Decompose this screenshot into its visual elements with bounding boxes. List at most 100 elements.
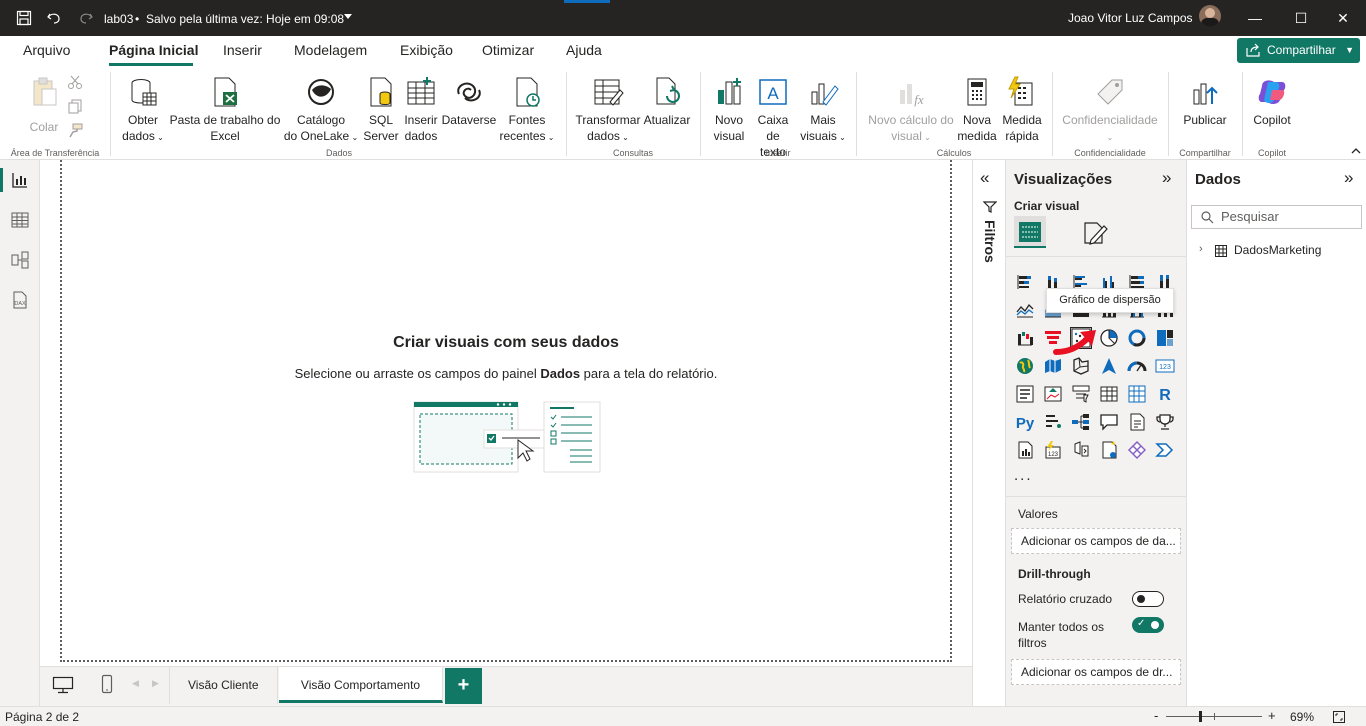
add-page-button[interactable]: + [445, 668, 482, 704]
filled-map-icon[interactable] [1043, 356, 1063, 376]
tab-pagina-inicial[interactable]: Página Inicial [109, 42, 198, 58]
new-measure-button[interactable]: Nova medida [956, 76, 998, 144]
collapse-pane-icon[interactable]: » [1162, 168, 1171, 188]
key-influencers-icon[interactable] [1043, 412, 1063, 432]
share-button[interactable]: Compartilhar ▼ [1237, 38, 1360, 63]
mobile-layout-icon[interactable] [101, 674, 113, 694]
waterfall-chart-icon[interactable] [1015, 328, 1035, 348]
zoom-in-button[interactable]: + [1268, 708, 1276, 723]
more-visuals-button[interactable]: Mais visuais ⌄ [798, 76, 848, 146]
collapse-ribbon-icon[interactable] [1350, 146, 1362, 156]
python-visual-icon[interactable]: Py [1015, 412, 1035, 432]
matrix-icon[interactable] [1127, 384, 1147, 404]
tab-ajuda[interactable]: Ajuda [566, 42, 602, 58]
chevron-down-icon[interactable] [343, 13, 353, 21]
power-automate-flow-icon[interactable] [1155, 440, 1175, 460]
zoom-level[interactable]: 69% [1290, 710, 1314, 724]
paste-button[interactable]: Colar [24, 76, 64, 134]
refresh-button[interactable]: Atualizar [642, 76, 692, 128]
more-visuals-ellipsis[interactable]: ... [1014, 467, 1033, 484]
power-automate-icon[interactable]: 123 [1043, 440, 1063, 460]
recent-sources-button[interactable]: Fontes recentes ⌄ [497, 76, 557, 146]
kpi-icon[interactable] [1043, 384, 1063, 404]
pie-chart-icon[interactable] [1099, 328, 1119, 348]
stacked-bar-chart-icon[interactable] [1015, 272, 1035, 292]
onelake-catalog-button[interactable]: Catálogo do OneLake ⌄ [282, 76, 360, 146]
dax-query-view-icon[interactable]: DAX [10, 290, 30, 310]
sensitivity-button[interactable]: Confidencialidade ⌄ [1058, 76, 1162, 146]
slicer-icon[interactable] [1071, 384, 1091, 404]
redo-icon[interactable] [78, 10, 94, 26]
shape-map-icon[interactable] [1071, 356, 1091, 376]
gauge-icon[interactable] [1127, 356, 1147, 376]
r-script-visual-icon[interactable]: R [1155, 384, 1175, 404]
drill-through-field-well[interactable]: Adicionar os campos de dr... [1011, 659, 1181, 685]
treemap-icon[interactable] [1155, 328, 1175, 348]
cross-report-toggle[interactable] [1132, 591, 1164, 607]
format-painter-icon[interactable] [67, 122, 83, 138]
excel-workbook-button[interactable]: Pasta de trabalho do Excel [168, 76, 282, 144]
previous-page-icon[interactable]: ◀ [132, 678, 139, 689]
decomposition-tree-icon[interactable] [1071, 412, 1091, 432]
enter-data-button[interactable]: Inserir dados [401, 76, 441, 144]
azure-map-icon[interactable] [1099, 356, 1119, 376]
report-view-icon[interactable] [10, 170, 30, 190]
table-view-icon[interactable] [10, 210, 30, 230]
save-icon[interactable] [16, 10, 32, 26]
keep-filters-toggle[interactable]: ✓ [1132, 617, 1164, 633]
line-chart-icon[interactable] [1015, 300, 1035, 320]
next-page-icon[interactable]: ▶ [152, 678, 159, 689]
tab-otimizar[interactable]: Otimizar [482, 42, 534, 58]
tab-arquivo[interactable]: Arquivo [23, 42, 70, 58]
maximize-button[interactable]: ☐ [1278, 0, 1324, 36]
avatar[interactable] [1199, 5, 1221, 27]
metrics-icon[interactable] [1155, 412, 1175, 432]
table-visual-icon[interactable] [1099, 384, 1119, 404]
fit-to-page-icon[interactable] [1332, 710, 1346, 724]
get-data-button[interactable]: Obter dados ⌄ [118, 76, 168, 146]
tab-modelagem[interactable]: Modelagem [294, 42, 367, 58]
expand-filters-icon[interactable]: « [980, 168, 989, 188]
map-icon[interactable] [1015, 356, 1035, 376]
model-view-icon[interactable] [10, 250, 30, 270]
report-canvas[interactable]: Criar visuais com seus dados Selecione o… [60, 160, 952, 662]
desktop-layout-icon[interactable] [52, 676, 74, 694]
format-visual-icon[interactable] [1082, 220, 1108, 246]
chevron-right-icon[interactable]: › [1199, 243, 1203, 255]
build-visual-tab[interactable] [1014, 216, 1046, 248]
donut-chart-icon[interactable] [1127, 328, 1147, 348]
values-field-well[interactable]: Adicionar os campos de da... [1011, 528, 1181, 554]
undo-icon[interactable] [46, 10, 62, 26]
azure-ml-icon[interactable] [1127, 440, 1147, 460]
search-box[interactable]: Pesquisar [1191, 205, 1362, 229]
file-name[interactable]: lab03 [104, 12, 133, 26]
sql-server-button[interactable]: SQL Server [362, 76, 400, 144]
multi-row-card-icon[interactable] [1015, 384, 1035, 404]
cut-icon[interactable] [67, 74, 83, 90]
transform-data-button[interactable]: Transformar dados ⌄ [574, 76, 642, 146]
filters-pane-collapsed[interactable]: « Filtros [972, 160, 1005, 706]
search-input[interactable]: Pesquisar [1221, 209, 1279, 224]
paginated-report-icon[interactable] [1015, 440, 1035, 460]
page-tab-visao-comportamento[interactable]: Visão Comportamento [279, 667, 443, 703]
publish-button[interactable]: Publicar [1178, 76, 1232, 128]
tab-exibicao[interactable]: Exibição [400, 42, 453, 58]
card-icon[interactable]: 123 [1155, 356, 1175, 376]
close-button[interactable]: ✕ [1320, 0, 1366, 36]
page-tab-visao-cliente[interactable]: Visão Cliente [169, 667, 278, 704]
quick-measure-button[interactable]: Medida rápida [1000, 76, 1044, 144]
dataverse-button[interactable]: Dataverse [441, 76, 497, 128]
collapse-data-pane-icon[interactable]: » [1344, 168, 1353, 188]
smart-narrative-icon[interactable] [1127, 412, 1147, 432]
copy-icon[interactable] [67, 98, 83, 114]
user-name[interactable]: Joao Vitor Luz Campos [1068, 11, 1193, 25]
tab-inserir[interactable]: Inserir [223, 42, 262, 58]
zoom-slider-thumb[interactable] [1199, 711, 1202, 722]
qa-icon[interactable] [1099, 412, 1119, 432]
new-visual-button[interactable]: Novo visual [708, 76, 750, 144]
power-apps-icon[interactable] [1071, 440, 1091, 460]
new-visual-calculation-button[interactable]: fx Novo cálculo do visual ⌄ [864, 76, 958, 146]
copilot-button[interactable]: Copilot [1248, 76, 1296, 128]
table-item-dadosmarketing[interactable]: › DadosMarketing [1199, 243, 1359, 259]
zoom-out-button[interactable]: - [1154, 708, 1158, 723]
